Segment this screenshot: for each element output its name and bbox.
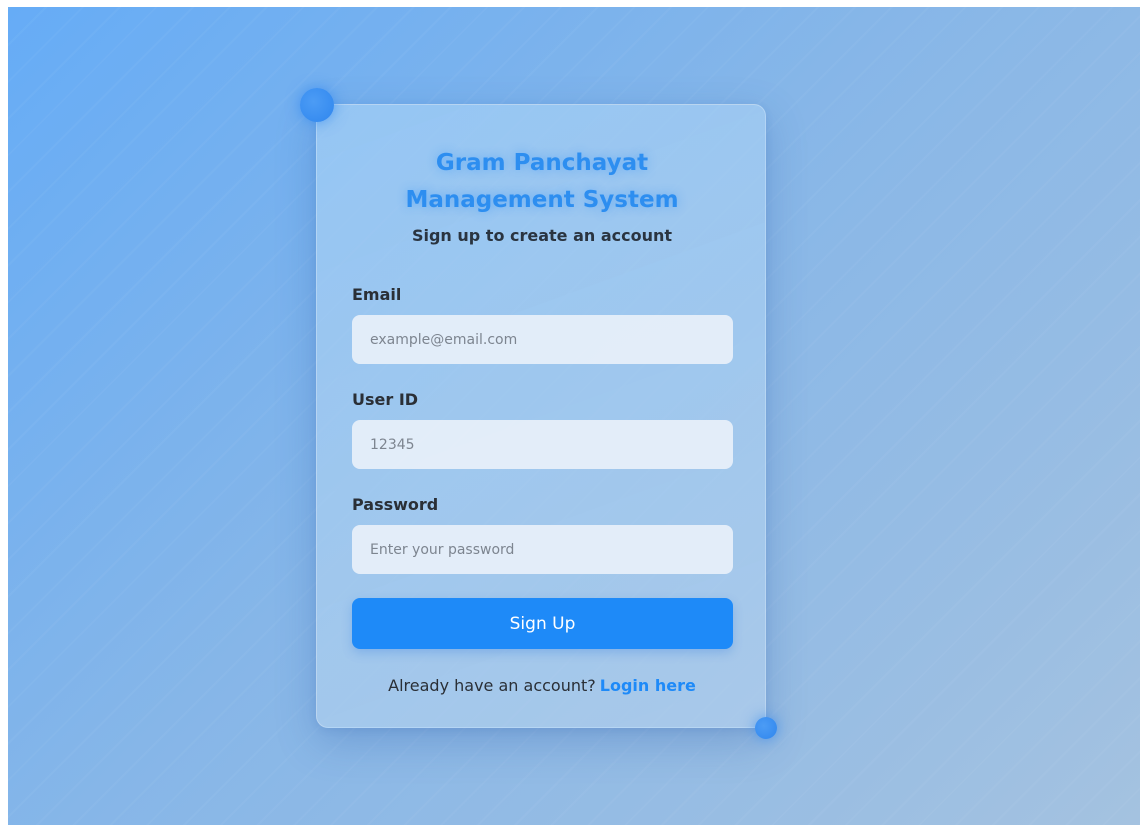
app-title-line-1: Gram Panchayat — [435, 150, 649, 176]
password-field[interactable] — [352, 525, 733, 574]
app-title: Gram Panchayat Management System — [317, 145, 767, 219]
login-prompt: Already have an account? Login here — [317, 676, 767, 695]
email-label: Email — [352, 285, 402, 304]
app-title-line-2: Management System — [405, 187, 679, 213]
email-field[interactable] — [352, 315, 733, 364]
signup-subtitle: Sign up to create an account — [411, 226, 673, 245]
login-prompt-text: Already have an account? — [388, 676, 596, 695]
user-id-label: User ID — [352, 390, 419, 409]
user-id-field[interactable] — [352, 420, 733, 469]
login-link[interactable]: Login here — [600, 676, 696, 695]
password-label: Password — [352, 495, 439, 514]
decorative-orb-top — [300, 88, 334, 122]
sign-up-button[interactable]: Sign Up — [352, 598, 733, 649]
page-background: Gram Panchayat Management System Sign up… — [8, 7, 1140, 825]
decorative-orb-bottom — [755, 717, 777, 739]
signup-card: Gram Panchayat Management System Sign up… — [316, 104, 766, 728]
